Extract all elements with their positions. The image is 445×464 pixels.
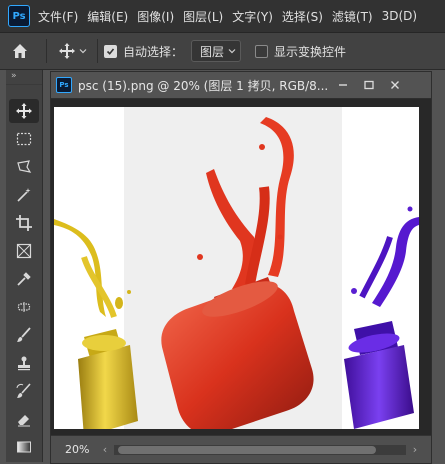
history-brush-tool[interactable]	[9, 379, 39, 403]
lasso-tool[interactable]	[9, 155, 39, 179]
tools-panel: »	[6, 70, 43, 462]
crop-tool[interactable]	[9, 211, 39, 235]
minimize-button[interactable]	[332, 75, 354, 95]
menu-filter[interactable]: 滤镜(T)	[332, 8, 373, 25]
horizontal-scrollbar[interactable]: ‹ ›	[99, 443, 421, 456]
show-transform-controls-checkbox[interactable]	[255, 44, 269, 58]
history-brush-icon	[16, 383, 31, 398]
rectangular-marquee-tool[interactable]	[9, 127, 39, 151]
maximize-button[interactable]	[358, 75, 380, 95]
healing-icon	[17, 302, 31, 312]
document-window: Ps psc (15).png @ 20% (图层 1 拷贝, RGB/8...	[50, 71, 432, 464]
document-ps-logo: Ps	[56, 77, 72, 93]
divider	[97, 39, 98, 63]
menu-type[interactable]: 文字(Y)	[232, 8, 273, 25]
auto-select-target-dropdown[interactable]: 图层	[191, 40, 242, 62]
home-icon	[13, 44, 27, 58]
yellow-paint-bottle	[54, 219, 138, 429]
eyedropper-icon	[17, 272, 31, 286]
eyedropper-tool[interactable]	[9, 267, 39, 291]
auto-select-checkbox[interactable]	[104, 44, 117, 58]
red-paint-bottle	[161, 117, 314, 429]
menu-select[interactable]: 选择(S)	[282, 8, 323, 25]
move-tool[interactable]	[9, 99, 39, 123]
rect-marquee-icon	[16, 132, 32, 146]
menu-bar: Ps 文件(F) 编辑(E) 图像(I) 图层(L) 文字(Y) 选择(S) 滤…	[0, 0, 445, 33]
magic-wand-tool[interactable]	[9, 183, 39, 207]
photoshop-logo: Ps	[8, 5, 30, 27]
move-icon	[58, 43, 75, 59]
menu-image[interactable]: 图像(I)	[137, 8, 174, 25]
menu-3d[interactable]: 3D(D)	[382, 9, 417, 23]
options-bar: 自动选择： 图层 显示变换控件	[0, 33, 445, 70]
frame-tool[interactable]	[9, 239, 39, 263]
eraser-tool[interactable]	[9, 407, 39, 431]
lasso-icon	[17, 160, 32, 173]
stamp-icon	[18, 356, 30, 371]
status-bar: 20% ‹ ›	[51, 435, 431, 463]
gradient-icon	[17, 441, 31, 453]
maximize-icon	[364, 80, 374, 90]
zoom-level[interactable]: 20%	[65, 443, 99, 456]
auto-select-target-value: 图层	[200, 44, 225, 59]
crop-icon	[16, 215, 32, 231]
divider	[46, 39, 47, 63]
minimize-icon	[339, 84, 347, 86]
home-button[interactable]	[0, 33, 40, 69]
chevron-down-icon	[228, 49, 236, 54]
panel-collapse-grip[interactable]: »	[6, 70, 42, 84]
purple-paint-bottle	[344, 206, 419, 429]
menu-layer[interactable]: 图层(L)	[183, 8, 223, 25]
auto-select-label: 自动选择：	[123, 44, 184, 59]
brush-icon	[17, 327, 31, 342]
canvas-area[interactable]	[51, 99, 431, 435]
scroll-track[interactable]	[114, 444, 406, 455]
close-icon	[391, 81, 399, 89]
healing-brush-tool[interactable]	[9, 295, 39, 319]
eraser-icon	[18, 415, 30, 427]
document-tab[interactable]: Ps psc (15).png @ 20% (图层 1 拷贝, RGB/8...	[51, 72, 431, 99]
checkmark-icon	[106, 47, 115, 55]
scroll-right-icon[interactable]: ›	[409, 443, 421, 456]
tool-preset-picker[interactable]	[53, 42, 91, 60]
panel-handle[interactable]	[6, 84, 42, 99]
document-canvas[interactable]	[54, 107, 419, 429]
magic-wand-icon	[17, 188, 31, 202]
show-transform-controls-label: 显示变换控件	[274, 44, 347, 59]
menu-file[interactable]: 文件(F)	[38, 8, 78, 25]
scroll-left-icon[interactable]: ‹	[99, 443, 111, 456]
document-title: psc (15).png @ 20% (图层 1 拷贝, RGB/8...	[78, 78, 328, 93]
clone-stamp-tool[interactable]	[9, 351, 39, 375]
gradient-tool[interactable]	[9, 435, 39, 459]
chevron-down-icon	[79, 49, 86, 54]
menu-edit[interactable]: 编辑(E)	[87, 8, 128, 25]
close-button[interactable]	[384, 75, 406, 95]
scroll-thumb[interactable]	[118, 445, 376, 454]
frame-icon	[16, 243, 32, 259]
move-icon	[16, 103, 32, 119]
brush-tool[interactable]	[9, 323, 39, 347]
paint-bottles-artwork	[54, 117, 419, 429]
